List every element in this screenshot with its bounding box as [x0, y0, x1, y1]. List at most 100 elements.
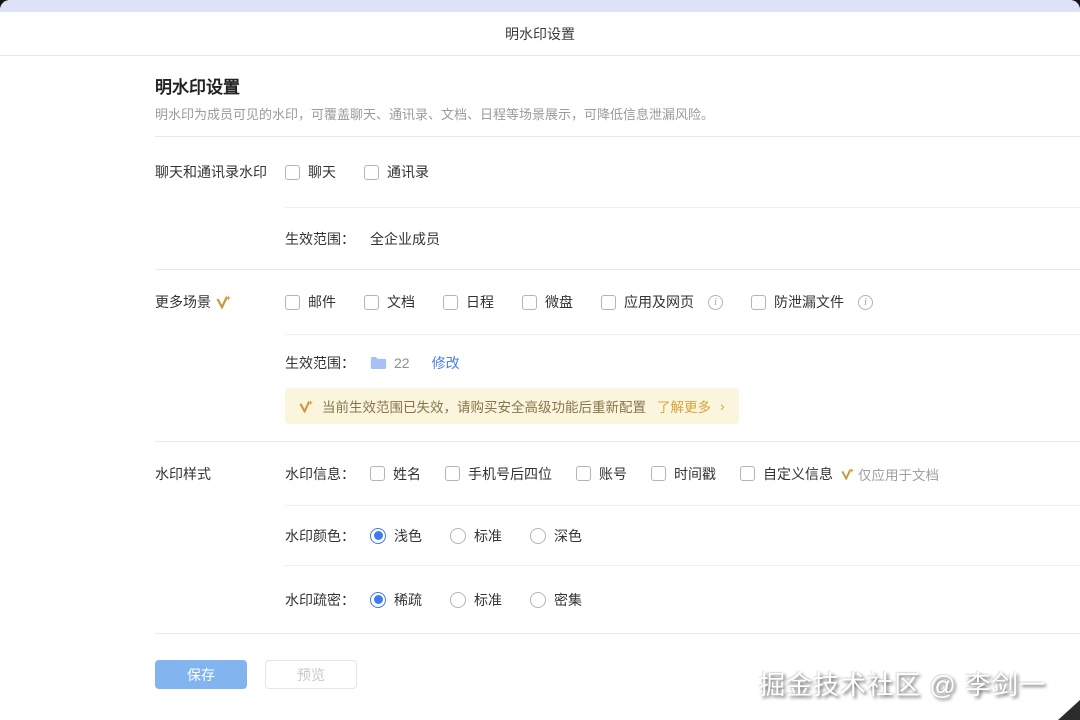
checkbox-box[interactable] — [364, 164, 379, 180]
checkbox-label: 应用及网页 — [624, 294, 694, 310]
radio-circle[interactable] — [530, 591, 546, 608]
checkbox-box[interactable] — [370, 466, 385, 481]
watermark-density-label: 水印疏密： — [285, 591, 355, 608]
checkbox-label: 聊天 — [308, 164, 336, 180]
checkbox-label: 邮件 — [308, 294, 336, 310]
radio-label: 标准 — [474, 527, 502, 544]
checkbox-box[interactable] — [364, 294, 379, 310]
section-chat-contacts: 聊天和通讯录水印 聊天 通讯录 生效范围： 全企业成员 — [155, 136, 1080, 269]
radio-label: 浅色 — [394, 527, 422, 544]
folder-icon — [370, 357, 387, 369]
chat-checkbox-group: 聊天 通讯录 — [285, 162, 429, 182]
watermark-color-radio-group: 浅色 标准 深色 — [370, 526, 582, 546]
checkbox-box[interactable] — [651, 466, 666, 481]
scope-count: 22 — [394, 355, 410, 371]
checkbox-contacts[interactable]: 通讯录 — [364, 162, 429, 182]
checkbox-mail[interactable]: 邮件 — [285, 292, 336, 312]
scope-label: 生效范围： — [285, 230, 355, 247]
chat-scope-row: 生效范围： 全企业成员 — [155, 207, 1080, 269]
radio-label: 标准 — [474, 591, 502, 608]
checkbox-chat[interactable]: 聊天 — [285, 162, 336, 182]
radio-color-standard[interactable]: 标准 — [450, 526, 502, 546]
radio-circle[interactable] — [530, 527, 546, 544]
radio-label: 深色 — [554, 527, 582, 544]
checkbox-timestamp[interactable]: 时间戳 — [651, 464, 716, 484]
section-more-scenes: 更多场景 邮件 文档 日程 微盘 应用及网页 i 防泄漏文件 i 生效范围： 2… — [155, 269, 1080, 441]
page-title: 明水印设置 — [155, 78, 240, 97]
radio-circle[interactable] — [370, 527, 386, 544]
checkbox-calendar[interactable]: 日程 — [443, 292, 494, 312]
checkbox-label: 通讯录 — [387, 164, 429, 180]
page-head: 明水印设置 明水印为成员可见的水印，可覆盖聊天、通讯录、文档、日程等场景展示，可… — [155, 56, 1080, 136]
checkbox-label: 手机号后四位 — [468, 465, 552, 482]
checkbox-box[interactable] — [445, 466, 460, 481]
learn-more-link[interactable]: 了解更多 — [657, 396, 711, 416]
checkbox-label: 时间戳 — [674, 465, 716, 482]
checkbox-label: 文档 — [387, 294, 415, 310]
banner-message: 当前生效范围已失效，请购买安全高级功能后重新配置 — [322, 400, 646, 415]
chat-contacts-row: 聊天和通讯录水印 聊天 通讯录 — [155, 137, 1080, 207]
docs-only-note: 仅应用于文档 — [858, 467, 939, 483]
save-button[interactable]: 保存 — [155, 660, 247, 689]
preview-button[interactable]: 预览 — [265, 660, 357, 689]
scope-label: 生效范围： — [285, 355, 355, 371]
checkbox-box[interactable] — [601, 294, 616, 310]
page-header: 明水印设置 — [0, 12, 1080, 56]
checkbox-box[interactable] — [751, 294, 766, 310]
checkbox-drive[interactable]: 微盘 — [522, 292, 573, 312]
radio-density-dense[interactable]: 密集 — [530, 590, 582, 610]
checkbox-label: 姓名 — [393, 465, 421, 482]
section-label: 聊天和通讯录水印 — [155, 164, 267, 180]
more-scope-row: 生效范围： 22 修改 当前生效范围已失效，请购买安全高级功能后重新配置 了解更… — [155, 334, 1080, 441]
chevron-right-icon[interactable]: › — [720, 399, 725, 413]
checkbox-leak-proof-files[interactable]: 防泄漏文件 i — [751, 292, 873, 312]
checkbox-box[interactable] — [522, 294, 537, 310]
checkbox-box[interactable] — [285, 164, 300, 180]
info-icon[interactable]: i — [858, 294, 873, 310]
window-top-strip — [0, 0, 1080, 12]
checkbox-box[interactable] — [740, 466, 755, 481]
watermark-color-label: 水印颜色： — [285, 527, 355, 544]
checkbox-name[interactable]: 姓名 — [370, 464, 421, 484]
checkbox-label: 自定义信息 — [763, 465, 833, 482]
checkbox-apps-web[interactable]: 应用及网页 i — [601, 292, 723, 312]
watermark-color-row: 水印颜色： 浅色 标准 深色 — [155, 505, 1080, 565]
premium-sparkle-icon — [299, 399, 313, 413]
premium-sparkle-icon — [841, 467, 854, 480]
community-watermark-text: 掘金技术社区 @ 李剑一 — [759, 670, 1046, 700]
watermark-density-row: 水印疏密： 稀疏 标准 密集 — [155, 565, 1080, 633]
scope-value: 全企业成员 — [370, 230, 440, 247]
radio-density-sparse[interactable]: 稀疏 — [370, 590, 422, 610]
settings-content: 明水印设置 明水印为成员可见的水印，可覆盖聊天、通讯录、文档、日程等场景展示，可… — [0, 56, 1080, 689]
checkbox-box[interactable] — [576, 466, 591, 481]
cursor-icon — [1058, 700, 1080, 720]
watermark-info-checkbox-group: 姓名 手机号后四位 账号 时间戳 自定义信息 — [370, 464, 854, 484]
watermark-info-label: 水印信息： — [285, 465, 355, 482]
section-watermark-style: 水印样式 水印信息： 姓名 手机号后四位 账号 时间戳 自定义信息 仅应用于文档… — [155, 441, 1080, 633]
section-label: 更多场景 — [155, 294, 211, 310]
checkbox-label: 防泄漏文件 — [774, 294, 844, 310]
watermark-density-radio-group: 稀疏 标准 密集 — [370, 590, 582, 610]
radio-label: 稀疏 — [394, 591, 422, 608]
watermark-settings-window: 明水印设置 明水印设置 明水印为成员可见的水印，可覆盖聊天、通讯录、文档、日程等… — [0, 0, 1080, 720]
more-scenes-row: 更多场景 邮件 文档 日程 微盘 应用及网页 i 防泄漏文件 i — [155, 270, 1080, 334]
checkbox-box[interactable] — [285, 294, 300, 310]
checkbox-box[interactable] — [443, 294, 458, 310]
more-scenes-checkbox-group: 邮件 文档 日程 微盘 应用及网页 i 防泄漏文件 i — [285, 292, 873, 312]
radio-label: 密集 — [554, 591, 582, 608]
radio-density-standard[interactable]: 标准 — [450, 590, 502, 610]
radio-circle[interactable] — [450, 591, 466, 608]
radio-color-light[interactable]: 浅色 — [370, 526, 422, 546]
info-icon[interactable]: i — [708, 294, 723, 310]
checkbox-label: 微盘 — [545, 294, 573, 310]
checkbox-phone-last4[interactable]: 手机号后四位 — [445, 464, 552, 484]
radio-circle[interactable] — [370, 591, 386, 608]
checkbox-docs[interactable]: 文档 — [364, 292, 415, 312]
scope-department-chip: 22 — [370, 355, 410, 371]
checkbox-account[interactable]: 账号 — [576, 464, 627, 484]
modify-link[interactable]: 修改 — [432, 353, 460, 373]
checkbox-custom-info[interactable]: 自定义信息 — [740, 464, 854, 484]
scope-expired-banner: 当前生效范围已失效，请购买安全高级功能后重新配置 了解更多 › — [285, 388, 739, 424]
radio-color-dark[interactable]: 深色 — [530, 526, 582, 546]
radio-circle[interactable] — [450, 527, 466, 544]
